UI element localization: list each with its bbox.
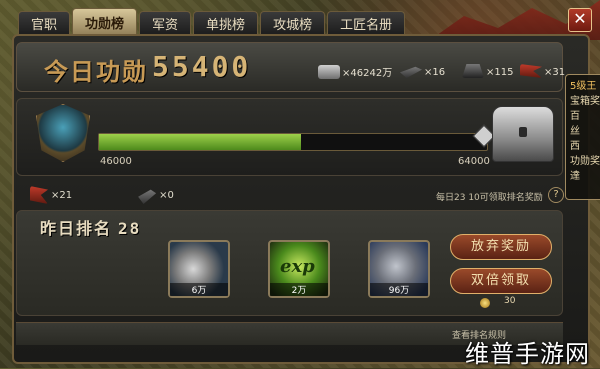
reward-ore[interactable]: 96万 <box>368 240 430 298</box>
close-icon: ✕ <box>573 9 587 28</box>
progress-min-label: 46000 <box>100 156 132 167</box>
tooltip-line: 西 <box>570 141 580 152</box>
double-claim-cost: 30 <box>504 296 516 306</box>
resource-soldier: ×115 <box>462 64 513 78</box>
tab-siege-ranking[interactable]: 攻城榜 <box>260 11 326 35</box>
item-cannon-count: ×0 <box>159 189 174 201</box>
cannon-icon <box>400 66 422 78</box>
resource-silver-value: ×46242万 <box>342 68 393 79</box>
resource-soldier-value: ×115 <box>486 67 514 78</box>
tab-military-supplies[interactable]: 军资 <box>139 11 192 35</box>
reward-caption: 96万 <box>370 283 428 296</box>
tab-official-rank[interactable]: 官职 <box>18 11 71 35</box>
soldier-icon <box>462 64 484 78</box>
today-merit-value: 55400 <box>152 50 252 83</box>
tab-duel-ranking[interactable]: 单挑榜 <box>193 11 259 35</box>
resource-flag-value: ×31 <box>544 67 566 78</box>
resource-silver: ×46242万 <box>318 64 392 79</box>
tooltip-line: 5级王 <box>570 81 597 92</box>
tab-artisan-roster[interactable]: 工匠名册 <box>327 11 406 35</box>
help-icon[interactable]: ? <box>548 187 564 203</box>
double-claim-button[interactable]: 双倍领取 <box>450 268 552 294</box>
close-button[interactable]: ✕ <box>568 8 592 32</box>
yesterday-rank-label: 昨日排名 <box>40 219 113 238</box>
resource-cannon: ×16 <box>400 64 445 78</box>
tooltip-line: 百 <box>570 111 580 122</box>
item-flag-count: ×21 <box>51 189 73 201</box>
tooltip-line: 宝箱奖 <box>570 96 600 107</box>
resource-cannon-value: ×16 <box>424 67 446 78</box>
flag-icon <box>520 64 542 78</box>
tooltip-line: 丝 <box>570 126 580 137</box>
today-merit-label: 今日功勋 <box>44 58 148 86</box>
silver-ingot-icon <box>318 65 340 79</box>
gold-coin-icon <box>480 298 490 308</box>
reward-caption: 6万 <box>170 283 228 296</box>
tab-bar: 官职 功勋榜 军资 单挑榜 攻城榜 工匠名册 <box>18 8 406 36</box>
tooltip-line: 功勋奖 <box>570 156 600 167</box>
resource-flag: ×31 <box>520 64 565 78</box>
reward-caption: 2万 <box>270 283 328 296</box>
item-flag: ×21 <box>30 186 72 204</box>
reward-silver-coins[interactable]: 6万 <box>168 240 230 298</box>
item-cannon: ×0 <box>138 186 174 204</box>
tooltip-line: 達 <box>570 171 580 182</box>
site-watermark: 维普手游网 <box>465 340 590 368</box>
owned-items-row: ×21 ×0 <box>30 186 174 204</box>
merit-progress-bar <box>98 133 488 151</box>
exp-icon: exp <box>280 256 315 277</box>
yesterday-rank-value: 28 <box>118 219 142 238</box>
progress-max-label: 64000 <box>458 156 490 167</box>
flag-item-icon <box>30 186 48 204</box>
chest-tooltip: 5级王 宝箱奖 百 丝 西 功勋奖 達 <box>565 74 600 200</box>
treasure-chest-icon[interactable] <box>492 106 554 162</box>
merit-progress-fill <box>99 134 301 150</box>
reward-exp[interactable]: exp 2万 <box>268 240 330 298</box>
give-up-reward-button[interactable]: 放弃奖励 <box>450 234 552 260</box>
cannon-item-icon <box>138 189 157 204</box>
reward-time-hint: 每日23 10可领取排名奖励 <box>436 193 543 203</box>
yesterday-rank: 昨日排名 28 <box>40 215 141 239</box>
tab-merit-ranking[interactable]: 功勋榜 <box>72 8 138 36</box>
